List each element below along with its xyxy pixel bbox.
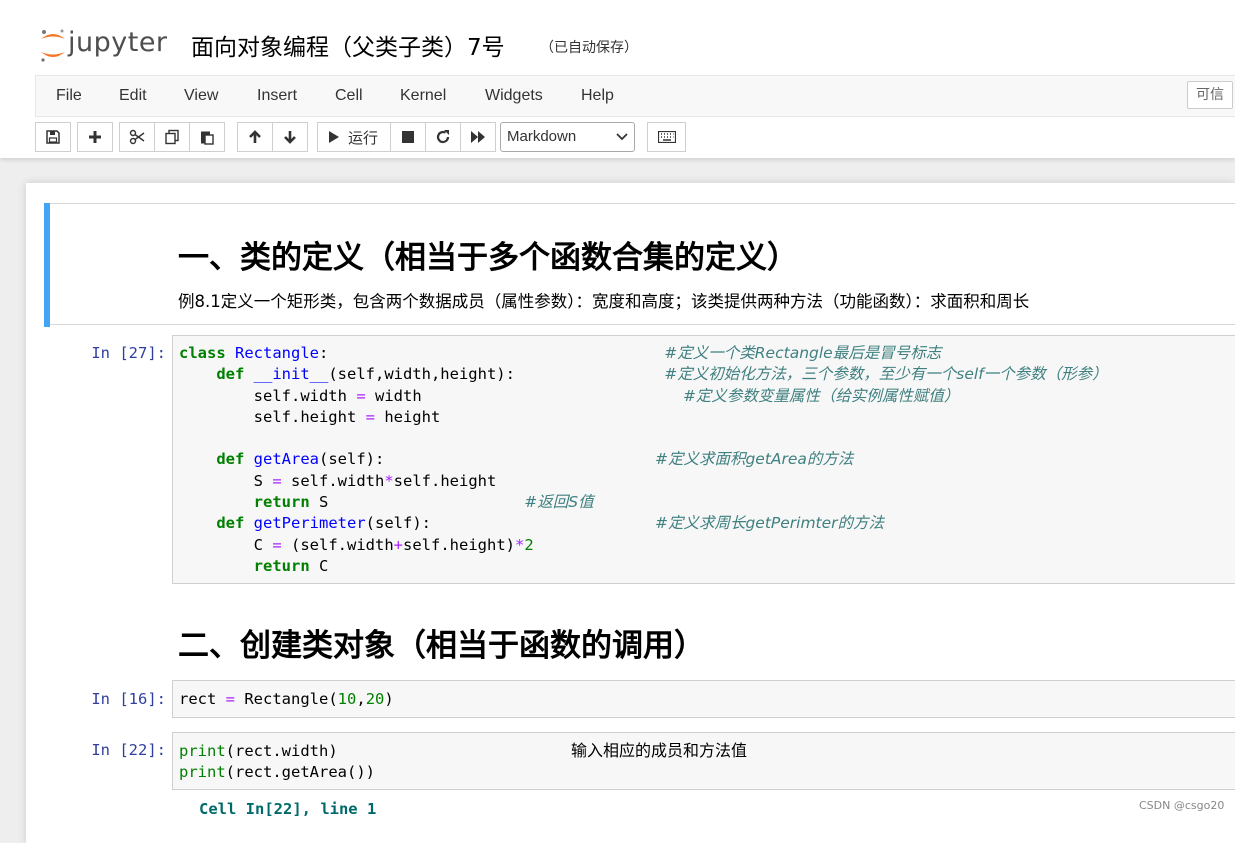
section-heading-2: 二、创建类对象（相当于函数的调用） (178, 628, 705, 664)
cell-type-select[interactable]: Markdown (500, 122, 635, 152)
input-prompt: In [27]: (91, 344, 166, 362)
chevron-down-icon (616, 133, 628, 141)
restart-icon (436, 130, 450, 144)
run-label: 运行 (348, 128, 379, 147)
notebook-container: 一、类的定义（相当于多个函数合集的定义） 例8.1定义一个矩形类，包含两个数据成… (26, 183, 1235, 843)
code-annotation: 输入相应的成员和方法值 (570, 741, 747, 760)
save-button[interactable] (35, 122, 71, 152)
cell-type-value: Markdown (507, 128, 577, 145)
move-down-button[interactable] (272, 122, 308, 152)
code-comment: #定义一个类Rectangle最后是冒号标志 (664, 344, 942, 362)
notebook-title[interactable]: 面向对象编程（父类子类）7号 (191, 28, 505, 62)
trusted-indicator[interactable]: 可信 (1187, 81, 1233, 109)
input-prompt: In [22]: (91, 741, 166, 759)
code-cell-class-definition[interactable]: class Rectangle: #定义一个类Rectangle最后是冒号标志 … (172, 335, 1235, 584)
menu-bar: File Edit View Insert Cell Kernel Widget… (35, 75, 1235, 117)
toolbar: 运行 Markdown (35, 122, 735, 154)
jupyter-logo-icon (41, 29, 65, 62)
menu-edit[interactable]: Edit (119, 87, 147, 105)
csdn-watermark: CSDN @csgo20 (1139, 799, 1225, 812)
code-text: print(rect.width) 输入相应的成员和方法值 print(rect… (179, 741, 747, 782)
code-text: class Rectangle: #定义一个类Rectangle最后是冒号标志 … (179, 344, 1108, 575)
code-text: rect = Rectangle(10,20) (179, 690, 394, 708)
markdown-paragraph: 例8.1定义一个矩形类，包含两个数据成员（属性参数）：宽度和高度；该类提供两种方… (178, 292, 1030, 311)
notebook-header: jupyter 面向对象编程（父类子类）7号 （已自动保存） File Edit… (0, 0, 1235, 158)
menu-help[interactable]: Help (581, 87, 614, 105)
code-cell-create-object[interactable]: rect = Rectangle(10,20) (172, 680, 1235, 718)
paste-button[interactable] (189, 122, 225, 152)
cut-button[interactable] (119, 122, 155, 152)
error-output-line: Cell In[22], line 1 (199, 800, 377, 818)
arrow-down-icon (284, 131, 296, 144)
scissors-icon (129, 129, 145, 145)
copy-button[interactable] (154, 122, 190, 152)
code-comment: #定义参数变量属性（给实例属性赋值） (682, 386, 960, 405)
menu-insert[interactable]: Insert (257, 87, 297, 105)
menu-kernel[interactable]: Kernel (400, 87, 446, 105)
stop-icon (402, 131, 414, 143)
plus-icon (89, 131, 101, 143)
menu-view[interactable]: View (184, 87, 218, 105)
run-button[interactable]: 运行 (317, 122, 391, 152)
keyboard-icon (657, 131, 676, 143)
selected-cell-indicator (44, 203, 50, 327)
input-prompt: In [16]: (91, 690, 166, 708)
move-up-button[interactable] (237, 122, 273, 152)
code-comment: #定义初始化方法，三个参数，至少有一个self一个参数（形参） (664, 365, 1108, 384)
fast-forward-icon (471, 131, 485, 143)
menu-file[interactable]: File (56, 87, 82, 105)
save-status: （已自动保存） (540, 40, 638, 56)
menu-cell[interactable]: Cell (335, 87, 363, 105)
insert-cell-button[interactable] (77, 122, 113, 152)
play-icon (329, 131, 339, 143)
menu-widgets[interactable]: Widgets (485, 87, 543, 105)
interrupt-button[interactable] (390, 122, 426, 152)
logo-text: jupyter (68, 27, 168, 58)
paste-icon (201, 131, 214, 145)
code-cell-print-values[interactable]: print(rect.width) 输入相应的成员和方法值 print(rect… (172, 732, 1235, 790)
copy-icon (165, 129, 179, 145)
save-icon (46, 130, 60, 144)
arrow-up-icon (249, 130, 261, 143)
command-palette-button[interactable] (647, 122, 686, 152)
code-comment: #定义求面积getArea的方法 (654, 450, 854, 469)
restart-run-all-button[interactable] (460, 122, 496, 152)
code-comment: #返回S值 (524, 493, 594, 512)
markdown-cell-selected[interactable]: 一、类的定义（相当于多个函数合集的定义） 例8.1定义一个矩形类，包含两个数据成… (44, 203, 1235, 327)
jupyter-logo[interactable]: jupyter (38, 25, 178, 65)
section-heading-1: 一、类的定义（相当于多个函数合集的定义） (178, 240, 798, 276)
code-comment: #定义求周长getPerimter的方法 (654, 514, 885, 533)
restart-button[interactable] (425, 122, 461, 152)
